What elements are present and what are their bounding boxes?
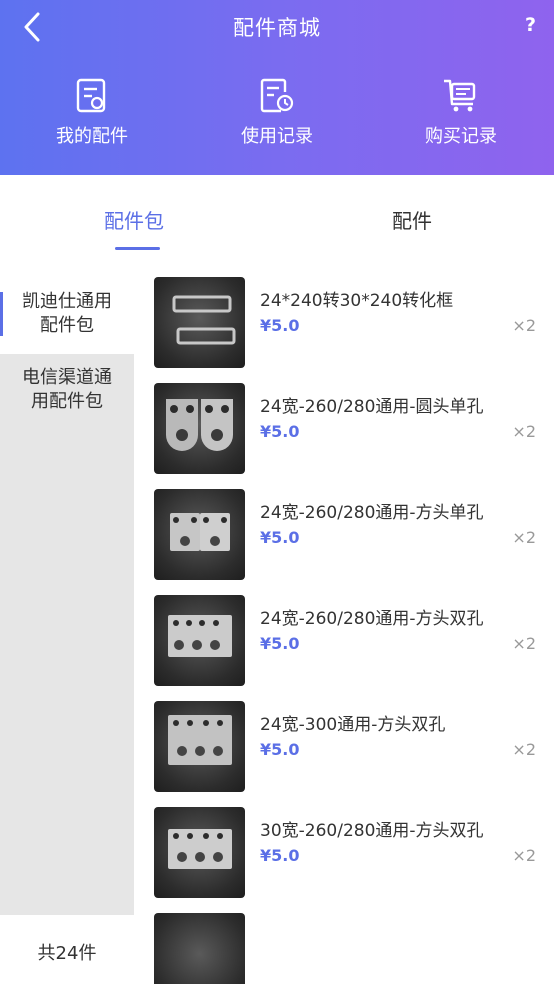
product-quantity: ×2	[512, 422, 536, 441]
product-name: 24宽-300通用-方头双孔	[260, 715, 446, 735]
product-price: ¥5.0	[260, 422, 300, 441]
product-price: ¥5.0	[260, 316, 300, 335]
tab-parts-package[interactable]: 配件包	[104, 205, 164, 234]
tab-bar: 配件包 配件	[0, 175, 554, 253]
product-image	[154, 383, 245, 474]
sidebar-footer: 共24件	[0, 915, 134, 984]
product-price: ¥5.0	[260, 846, 300, 865]
active-category-indicator	[0, 292, 3, 336]
usage-record-icon	[260, 78, 294, 113]
tab-parts[interactable]: 配件	[392, 205, 432, 234]
product-quantity: ×2	[512, 740, 536, 759]
my-parts-icon	[76, 78, 106, 113]
purchase-record-link[interactable]: 购买记录	[391, 78, 531, 148]
my-parts-link[interactable]: 我的配件	[22, 78, 162, 148]
total-count: 共24件	[37, 943, 97, 964]
product-quantity: ×2	[512, 846, 536, 865]
product-price: ¥5.0	[260, 740, 300, 759]
product-quantity: ×2	[512, 634, 536, 653]
product-image	[154, 489, 245, 580]
sidebar-item-label: 凯迪仕通用配件包	[22, 291, 112, 336]
product-row[interactable]: 24*240转30*240转化框 ¥5.0 ×2	[134, 270, 554, 376]
product-row[interactable]: 24宽-260/280通用-方头双孔 ¥5.0 ×2	[134, 588, 554, 694]
usage-record-label: 使用记录	[241, 126, 313, 147]
purchase-record-icon	[444, 79, 476, 112]
product-row[interactable]: 24宽-260/280通用-圆头单孔 ¥5.0 ×2	[134, 376, 554, 482]
nav-bar: 配件商城 ?	[0, 0, 554, 54]
product-row[interactable]: 24宽-300通用-方头双孔 ¥5.0 ×2	[134, 694, 554, 800]
product-price: ¥5.0	[260, 528, 300, 547]
product-name: 24宽-260/280通用-方头双孔	[260, 609, 484, 629]
usage-record-link[interactable]: 使用记录	[207, 78, 347, 148]
sidebar-item-telecom-package[interactable]: 电信渠道通用配件包	[0, 366, 134, 414]
sidebar-item-label: 电信渠道通用配件包	[22, 367, 112, 412]
product-image	[154, 595, 245, 686]
product-name: 24宽-260/280通用-圆头单孔	[260, 397, 484, 417]
product-image	[154, 913, 245, 984]
active-tab-indicator	[115, 247, 160, 250]
product-image	[154, 701, 245, 792]
product-row[interactable]: 24宽-260/280通用-方头单孔 ¥5.0 ×2	[134, 482, 554, 588]
watermark-area	[305, 890, 554, 984]
product-list: 24*240转30*240转化框 ¥5.0 ×2 24宽-260/280通用-圆…	[134, 270, 554, 984]
product-name: 30宽-260/280通用-方头双孔	[260, 821, 484, 841]
product-image	[154, 807, 245, 898]
quick-links: 我的配件 使用记录 购买记录	[0, 54, 554, 175]
product-image	[154, 277, 245, 368]
product-price: ¥5.0	[260, 634, 300, 653]
product-quantity: ×2	[512, 316, 536, 335]
product-quantity: ×2	[512, 528, 536, 547]
sidebar-item-kaadas-package[interactable]: 凯迪仕通用配件包	[0, 270, 134, 354]
product-name: 24宽-260/280通用-方头单孔	[260, 503, 484, 523]
purchase-record-label: 购买记录	[425, 126, 497, 147]
page-title: 配件商城	[233, 16, 321, 40]
header-banner: 配件商城 ? 我的配件 使用记录 购买记录	[0, 0, 554, 175]
product-name: 24*240转30*240转化框	[260, 291, 454, 311]
help-button[interactable]: ?	[525, 14, 536, 36]
my-parts-label: 我的配件	[56, 126, 128, 147]
category-sidebar: 凯迪仕通用配件包 电信渠道通用配件包	[0, 270, 134, 915]
